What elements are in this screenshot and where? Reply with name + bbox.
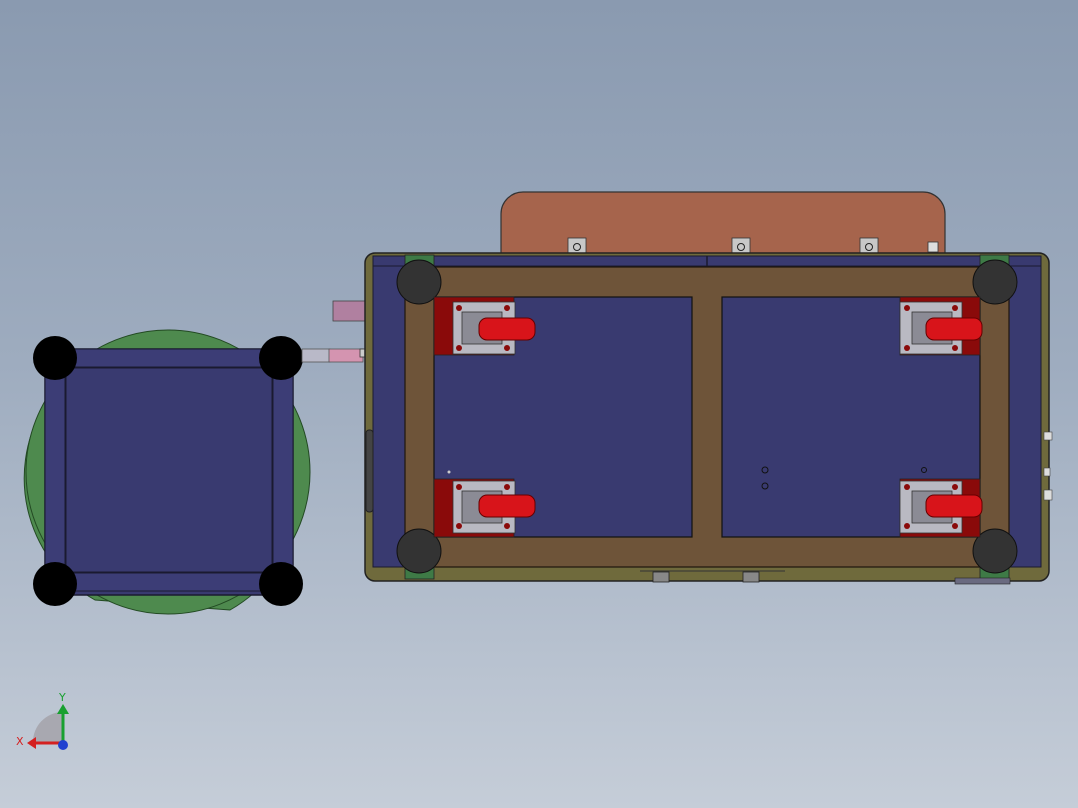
- small-cart-foot-bottom-right: [259, 562, 303, 606]
- right-side-fastener-1: [1043, 431, 1053, 441]
- axis-x-arrow: [27, 737, 36, 749]
- triad-shading: [32, 712, 62, 742]
- cover-bracket-1: [567, 237, 587, 255]
- model-canvas[interactable]: Y X: [0, 0, 1078, 808]
- right-side-fastener-2: [1043, 467, 1051, 477]
- caster-bottom-right[interactable]: [899, 478, 983, 538]
- cad-viewport[interactable]: Y X: [0, 0, 1078, 808]
- caster-top-right[interactable]: [899, 296, 983, 356]
- small-cart-left-rail: [44, 359, 66, 581]
- axis-z-dot: [58, 740, 68, 750]
- small-cart-bottom-rail: [54, 572, 281, 592]
- cover-bracket-3: [859, 237, 879, 255]
- mount-hole-4: [447, 470, 451, 474]
- small-cart-top-panel: [65, 367, 273, 573]
- side-handle[interactable]: [365, 429, 374, 513]
- small-cart-assembly[interactable]: [23, 329, 311, 615]
- small-cart-right-rail: [272, 359, 294, 581]
- large-cart-assembly[interactable]: [364, 191, 1053, 585]
- connecting-rod[interactable]: [301, 300, 367, 363]
- axis-y-arrow: [57, 704, 69, 714]
- small-cart-foot-bottom-left: [33, 562, 77, 606]
- bottom-clip-2: [742, 571, 760, 583]
- axis-x-label: X: [16, 735, 24, 748]
- pink-cylinder: [332, 300, 366, 322]
- rod-gray-section: [301, 348, 331, 363]
- right-side-fastener-3: [1043, 489, 1053, 501]
- small-cart-foot-top-right: [259, 336, 303, 380]
- small-cart-foot-top-left: [33, 336, 77, 380]
- bottom-clip-1: [652, 571, 670, 583]
- small-cart-top-rail: [54, 348, 281, 368]
- cover-bolt: [927, 241, 939, 253]
- cover-bracket-2: [731, 237, 751, 255]
- bottom-right-tab: [954, 577, 1011, 585]
- rod-pink-section: [328, 348, 364, 363]
- axis-triad-icon: Y X: [16, 691, 69, 750]
- axis-y-label: Y: [58, 691, 66, 704]
